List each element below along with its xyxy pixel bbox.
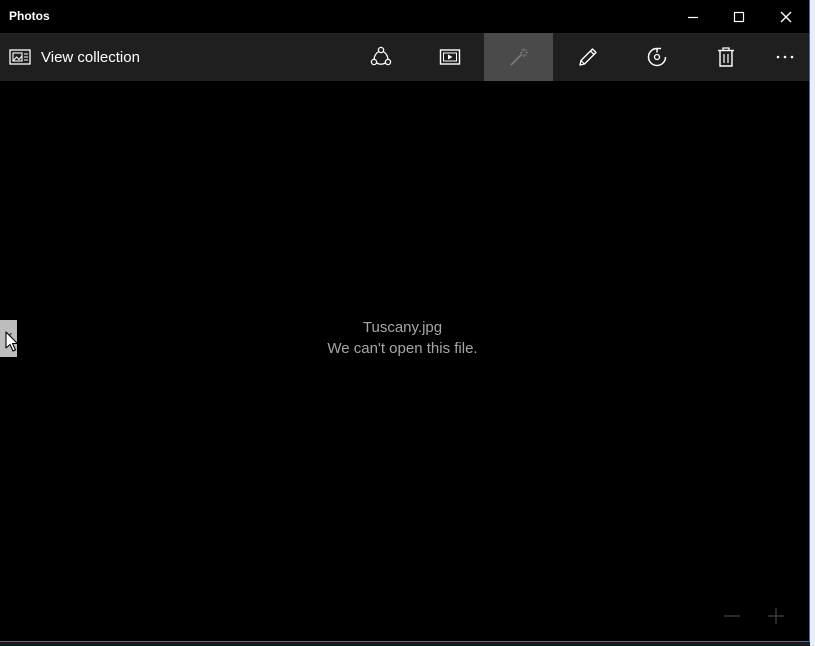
photos-window: Photos View collection Tuscany.jpg We ca… [0,0,810,642]
minus-icon [724,615,740,617]
delete-icon [717,47,734,67]
maximize-button[interactable] [716,0,762,33]
edit-button[interactable] [553,33,622,81]
view-collection-button[interactable]: View collection [0,33,140,81]
error-message: We can't open this file. [327,340,478,357]
window-title: Photos [9,9,50,23]
delete-button[interactable] [691,33,760,81]
more-options-button[interactable] [760,33,809,81]
minimize-icon [688,16,698,18]
enhance-icon [509,48,528,66]
photo-viewer-area[interactable]: Tuscany.jpg We can't open this file. [0,81,809,641]
close-icon [780,11,792,22]
edit-icon [578,48,597,66]
plus-icon [768,608,784,624]
zoom-out-button[interactable] [721,606,743,626]
slideshow-button[interactable] [415,33,484,81]
maximize-icon [733,11,745,22]
title-bar[interactable]: Photos [0,0,809,33]
minimize-button[interactable] [670,0,716,33]
close-button[interactable] [763,0,809,33]
file-name-text: Tuscany.jpg [362,319,443,336]
rotate-button[interactable] [622,33,691,81]
slideshow-icon [439,49,460,65]
share-icon [370,46,391,66]
mouse-cursor-icon [5,331,19,352]
share-button[interactable] [346,33,415,81]
desktop-background [810,0,815,646]
enhance-button[interactable] [484,33,553,81]
rotate-icon [647,47,666,67]
more-icon [776,55,793,59]
collection-icon [9,48,31,66]
zoom-in-button[interactable] [765,606,787,626]
app-toolbar: View collection [0,33,809,81]
view-collection-label: View collection [41,48,140,66]
